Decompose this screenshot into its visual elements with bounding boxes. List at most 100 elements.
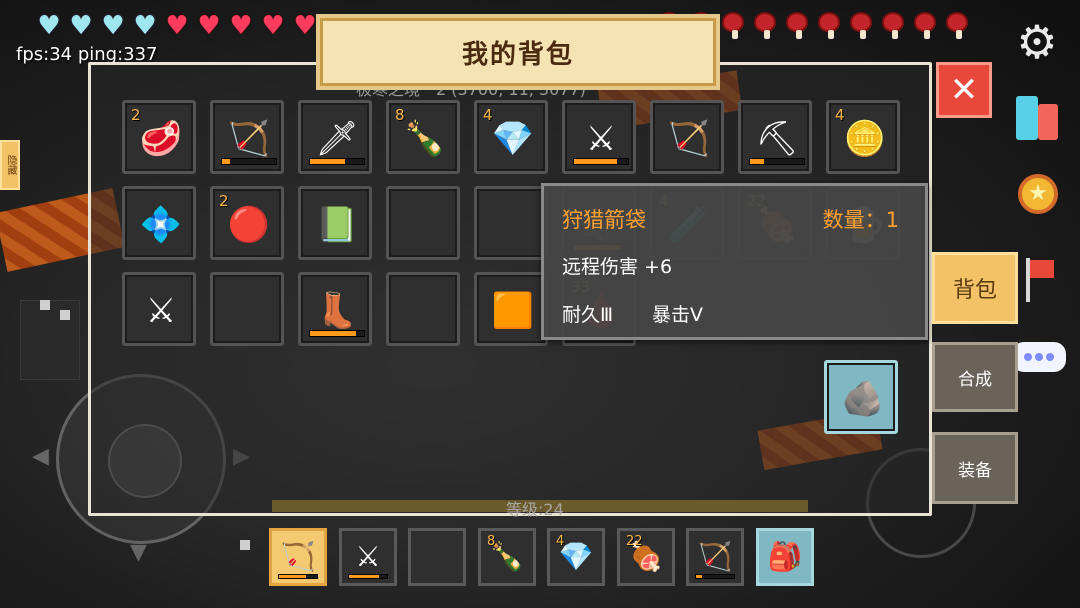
level-label: 等级:24 (506, 500, 564, 519)
hunger-drumstick-icon (848, 10, 876, 40)
inventory-slot[interactable]: 💎 4 (474, 100, 548, 174)
armor-heart-icon: ♥ (133, 11, 157, 41)
inventory-slot[interactable]: 🏹 (210, 100, 284, 174)
inventory-slot[interactable] (210, 272, 284, 346)
empty-slot (403, 203, 447, 247)
stone-slot[interactable]: 🪨 (824, 360, 898, 434)
hotbar-slot[interactable]: ⚔ (339, 528, 397, 586)
snow-pixel (240, 540, 250, 550)
tooltip-stat: 远程伤害 +6 (562, 256, 673, 278)
inventory-slot[interactable]: 📗 (298, 186, 372, 260)
hunger-drumstick-icon (816, 10, 844, 40)
health-bar: ♥♥♥♥♥♥♥♥♥♥ (34, 12, 352, 40)
item-count: 4 (835, 106, 845, 124)
inventory-slot[interactable]: 💠 (122, 186, 196, 260)
gold-ore-icon: 🪙 (843, 119, 887, 159)
durability-bar (278, 574, 318, 579)
empty-slot (491, 203, 535, 247)
close-icon: ✕ (949, 70, 979, 110)
joystick-left-arrow: ◀ (32, 444, 49, 469)
tooltip-item-name: 狩猎箭袋 (562, 208, 646, 232)
hotbar-slot[interactable] (408, 528, 466, 586)
health-heart-icon: ♥ (165, 11, 189, 41)
armor-heart-icon: ♥ (37, 11, 61, 41)
hotbar-slot[interactable]: 🍖 22 (617, 528, 675, 586)
tab-bag[interactable]: 背包 (932, 252, 1018, 324)
durability-bar (309, 330, 365, 337)
snow-pixel (60, 310, 70, 320)
hotbar-slot[interactable]: 💎 4 (547, 528, 605, 586)
inventory-title: 我的背包 (461, 39, 574, 70)
durability-bar (221, 158, 277, 165)
hide-tab[interactable]: 隐藏 (0, 140, 20, 190)
stone-icon: 🪨 (841, 379, 885, 419)
inventory-slot[interactable]: 🍾 8 (386, 100, 460, 174)
hunger-drumstick-icon (944, 10, 972, 40)
durability-bar (348, 574, 388, 579)
lucky-box-icon: 🟧 (491, 291, 535, 331)
hunger-drumstick-icon (784, 10, 812, 40)
crossbow-icon: 🏹 (227, 119, 271, 159)
hotbar-slot[interactable]: 🎒 (756, 528, 814, 586)
tab-equip[interactable]: 装备 (932, 432, 1018, 504)
armor-heart-icon: ♥ (69, 11, 93, 41)
joystick-down-arrow: ▼ (130, 540, 147, 565)
hotbar-slot[interactable]: 🏹 (269, 528, 327, 586)
tooltip-enchant-crit: 暴击Ⅴ (652, 304, 703, 326)
flag-button[interactable] (1012, 254, 1064, 306)
inventory-slot[interactable]: 🟧 (474, 272, 548, 346)
hotbar-slot[interactable]: 🏹 (686, 528, 744, 586)
inventory-slot[interactable]: 🗡 (298, 100, 372, 174)
diamond-sword-icon: ⚔ (355, 540, 381, 573)
chat-dot-icon (1024, 353, 1032, 361)
inventory-slot[interactable]: ⚔ (562, 100, 636, 174)
inventory-slot[interactable]: ⚔ (122, 272, 196, 346)
friend-figure-icon (1038, 104, 1058, 140)
item-count: 2 (131, 106, 141, 124)
health-heart-icon: ♥ (197, 11, 221, 41)
settings-gear-icon[interactable]: ⚙ (1012, 17, 1062, 67)
inventory-slot[interactable]: 🪙 4 (826, 100, 900, 174)
diamond-sword-icon: ⚔ (585, 119, 617, 159)
durability-bar (749, 158, 805, 165)
medal-icon: ★ (1018, 174, 1058, 214)
empty-slot (403, 289, 447, 333)
inventory-slot[interactable]: ⛏ (738, 100, 812, 174)
diamond-icon: 💠 (139, 205, 183, 245)
chat-button[interactable] (1012, 342, 1066, 372)
close-button[interactable]: ✕ (936, 62, 992, 118)
item-count: 2 (219, 192, 229, 210)
empty-slot (417, 537, 457, 577)
durability-bar (695, 574, 735, 579)
arrow-quiver-icon: 🏹 (667, 119, 711, 159)
tooltip-quantity: 数量：1 (822, 208, 899, 232)
inventory-slot[interactable]: 🥩 2 (122, 100, 196, 174)
health-heart-icon: ♥ (229, 11, 253, 41)
tab-craft[interactable]: 合成 (932, 342, 1018, 412)
steak-icon: 🥩 (139, 119, 183, 159)
friend-figure-icon (1016, 96, 1038, 140)
armor-heart-icon: ♥ (101, 11, 125, 41)
tab-craft-label: 合成 (958, 369, 992, 390)
ice-ore-icon: 💎 (491, 119, 535, 159)
inventory-slot[interactable] (386, 186, 460, 260)
crossbow-icon: 🏹 (697, 540, 733, 573)
inventory-slot[interactable]: 🏹 (650, 100, 724, 174)
inventory-slot[interactable]: 🔴 2 (210, 186, 284, 260)
achievement-button[interactable]: ★ (1012, 172, 1064, 224)
inventory-slot[interactable] (386, 272, 460, 346)
world-block (20, 300, 80, 380)
item-count: 4 (483, 106, 493, 124)
hunger-drumstick-icon (912, 10, 940, 40)
friends-button[interactable] (1012, 94, 1064, 146)
health-heart-icon: ♥ (261, 11, 285, 41)
arrow-quiver-icon: 🏹 (280, 540, 316, 573)
durability-bar (573, 158, 629, 165)
hotbar-slot[interactable]: 🍾 8 (478, 528, 536, 586)
diamond-pickaxe-icon: ⛏ (755, 119, 799, 159)
snow-pixel (40, 300, 50, 310)
item-count: 8 (487, 534, 496, 549)
inventory-slot[interactable] (474, 186, 548, 260)
boots-icon: 👢 (315, 291, 359, 331)
inventory-slot[interactable]: 👢 (298, 272, 372, 346)
